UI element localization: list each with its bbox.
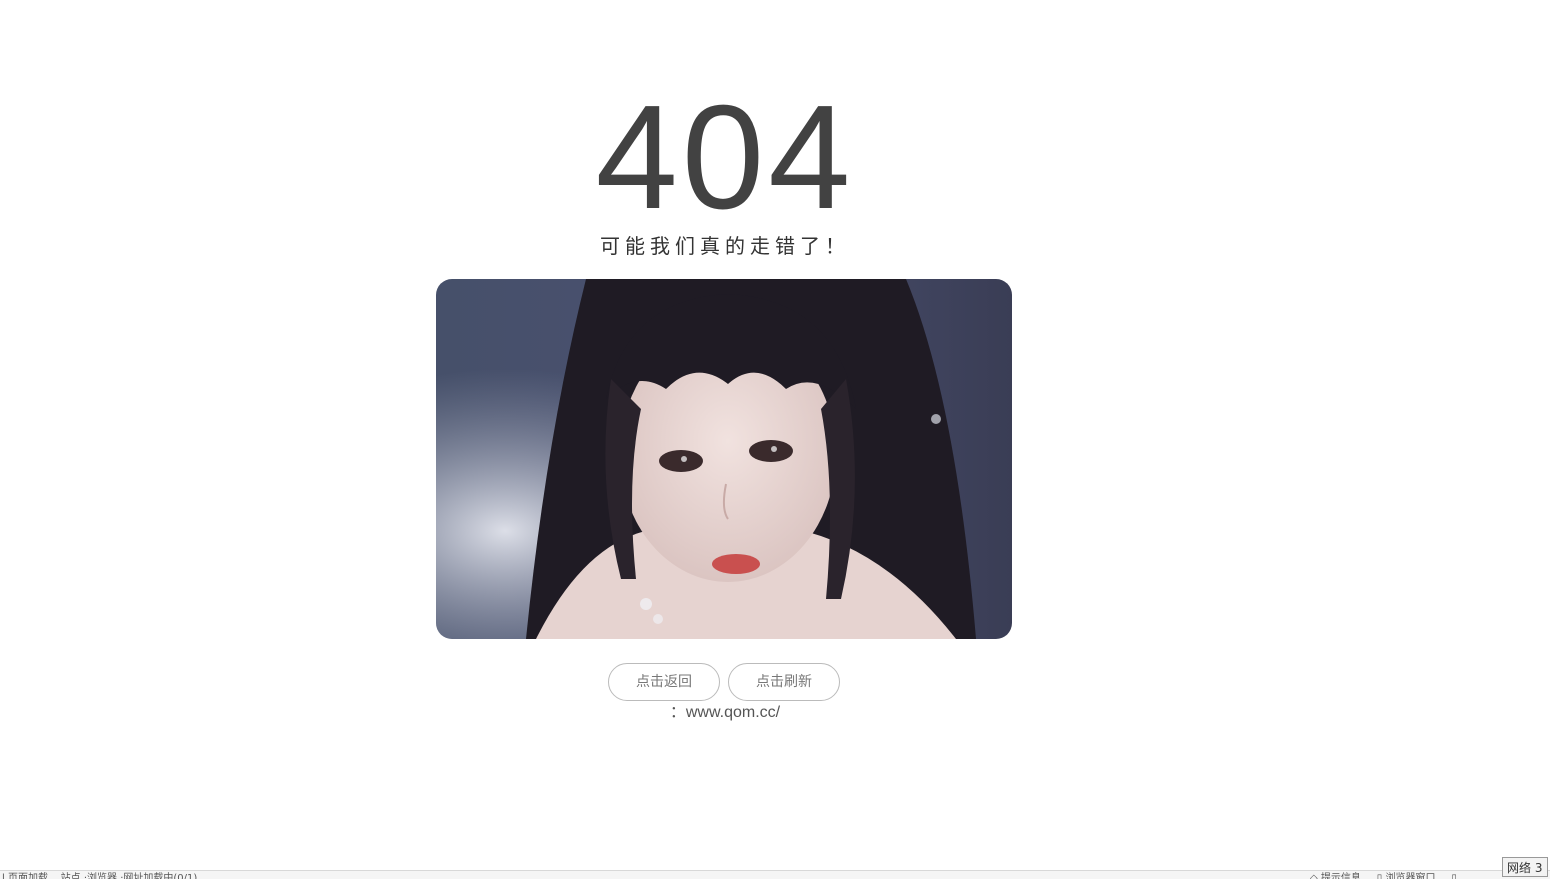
status-left-text: l 页面加载... 站点 ·浏览器 ·网址加载中(0/1) bbox=[2, 873, 198, 879]
network-count: 3 bbox=[1534, 861, 1543, 875]
action-buttons: 点击返回 点击刷新 bbox=[608, 663, 840, 701]
back-button[interactable]: 点击返回 bbox=[608, 663, 720, 701]
portrait-illustration bbox=[436, 279, 1012, 639]
site-url[interactable]: ：www.qom.cc/ bbox=[0, 702, 1450, 724]
error-message: 可能我们真的走错了！ bbox=[600, 234, 850, 258]
error-page: 404 可能我们真的走错了！ 点击返回 点击刷新 ：www.qom.cc/ l … bbox=[0, 0, 1550, 879]
network-label: 网络 bbox=[1507, 861, 1532, 875]
status-right-text: ◇ 提示信息 ... ▯ 浏览器窗口 ... ▯ bbox=[1310, 873, 1457, 879]
refresh-button[interactable]: 点击刷新 bbox=[728, 663, 840, 701]
error-photo bbox=[436, 279, 1012, 639]
network-tab[interactable]: 网络 3 bbox=[1502, 857, 1548, 877]
status-bar: l 页面加载... 站点 ·浏览器 ·网址加载中(0/1) ◇ 提示信息 ...… bbox=[0, 870, 1550, 879]
error-code: 404 bbox=[595, 75, 855, 240]
